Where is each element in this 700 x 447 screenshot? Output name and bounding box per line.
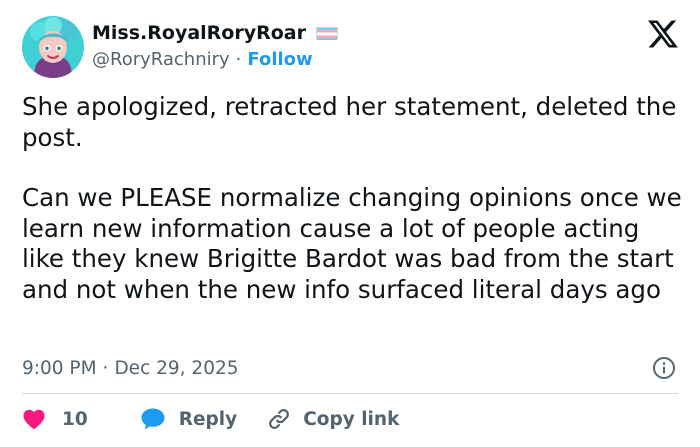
tweet-text: She apologized, retracted her statement,… [22, 92, 682, 305]
avatar[interactable] [22, 16, 84, 78]
tweet-date: Dec 29, 2025 [114, 357, 239, 379]
reply-button[interactable]: Reply [140, 407, 237, 431]
heart-icon [23, 409, 45, 430]
like-count: 10 [62, 408, 88, 430]
info-icon[interactable] [652, 356, 676, 380]
tweet-paragraph: She apologized, retracted her statement,… [22, 92, 677, 152]
transgender-flag-icon [315, 26, 338, 40]
avatar-image [22, 16, 84, 78]
timestamp-separator: · [102, 357, 109, 379]
like-button[interactable]: 10 [22, 408, 88, 430]
action-bar: 10 Reply Copy link [22, 405, 399, 433]
author-handle-row: @RoryRachniry · Follow [92, 47, 313, 71]
tweet-paragraph: Can we PLEASE normalize changing opinion… [22, 183, 682, 304]
tweet-time: 9:00 PM [22, 357, 97, 379]
link-icon [269, 409, 290, 429]
reply-bubble-icon [141, 408, 165, 430]
author-name-row: Miss.RoyalRoryRoar [92, 20, 338, 46]
follow-button[interactable]: Follow [247, 49, 312, 70]
copy-link-label: Copy link [303, 408, 400, 430]
display-name[interactable]: Miss.RoyalRoryRoar [92, 22, 306, 44]
handle-separator: · [235, 48, 242, 70]
divider [22, 393, 678, 394]
tweet-timestamp[interactable]: 9:00 PM · Dec 29, 2025 [22, 355, 239, 381]
x-logo-icon[interactable] [648, 20, 678, 48]
tweet-card: Miss.RoyalRoryRoar @RoryRachniry · Follo… [0, 0, 700, 447]
reply-label: Reply [178, 408, 238, 430]
handle[interactable]: @RoryRachniry [92, 49, 230, 70]
copy-link-button[interactable]: Copy link [267, 407, 399, 431]
